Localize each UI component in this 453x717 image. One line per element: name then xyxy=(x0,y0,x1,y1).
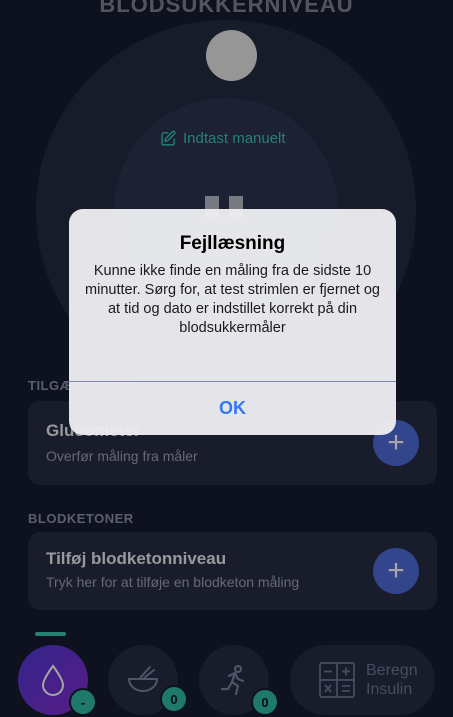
alert-title: Fejllæsning xyxy=(179,233,286,254)
alert-ok-button[interactable]: OK xyxy=(69,382,396,435)
error-alert-dialog: Fejllæsning Kunne ikke finde en måling f… xyxy=(69,209,396,435)
alert-message: Kunne ikke finde en måling fra de sidste… xyxy=(85,263,380,336)
